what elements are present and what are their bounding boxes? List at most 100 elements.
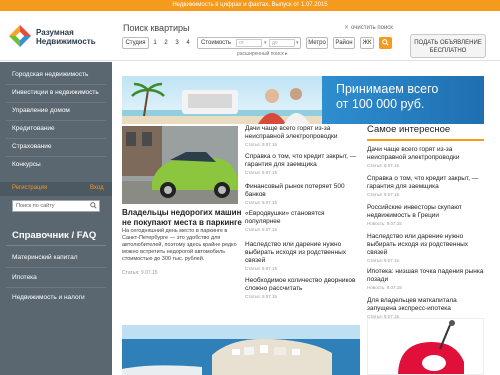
news-title[interactable]: Для владельцев маткапитала запущена эксп…	[367, 297, 484, 313]
news-meta: Статья: 9.07.15	[245, 170, 278, 175]
list-item[interactable]: Финансовый рынок потеряет 500 банков Ста…	[245, 183, 357, 205]
list-item[interactable]: «Евродвушки» становятся популярнее Стать…	[245, 210, 357, 232]
banner-text: Принимаем всего от 100 000 руб.	[336, 82, 484, 112]
site-search-placeholder: Поиск по сайту	[16, 203, 55, 209]
news-title[interactable]: Наследство или дарение нужно выбирать ис…	[367, 233, 484, 257]
search-title: Поиск квартиры	[123, 23, 190, 33]
price-to-input[interactable]: до	[269, 39, 295, 47]
news-meta: Статья: 9.07.15	[245, 227, 278, 232]
logo-line2: Недвижимость	[36, 37, 96, 46]
article-image[interactable]	[122, 325, 360, 375]
metro-filter-button[interactable]: Метро	[306, 37, 328, 49]
news-meta: Новость: 9.07.15	[367, 285, 402, 290]
room-4-button[interactable]: 4	[183, 37, 193, 49]
list-item[interactable]: Наследство или дарение нужно выбирать ис…	[245, 241, 357, 271]
ad-image	[368, 319, 483, 374]
room-1-button[interactable]: 1	[150, 37, 160, 49]
sidebar-item-city[interactable]: Городская недвижимость	[0, 65, 112, 85]
news-meta: Статья: 9.07.15	[245, 266, 278, 271]
register-link[interactable]: Регистрация	[12, 185, 47, 191]
reset-search-label: очистить поиск	[351, 25, 393, 31]
sidebar-item-contests[interactable]: Конкурсы	[0, 155, 112, 175]
ad-block[interactable]	[367, 318, 484, 375]
sidebar: Городская недвижимость Инвестиции в недв…	[0, 62, 112, 375]
list-item[interactable]: Ипотека: низшая точка падения рынка поза…	[367, 268, 484, 290]
sidebar-item-maternity-capital[interactable]: Материнский капитал	[0, 248, 112, 268]
auth-bar: Регистрация Вход	[0, 182, 112, 196]
room-studio-button[interactable]: Студия	[122, 37, 149, 49]
room-2-button[interactable]: 2	[161, 37, 171, 49]
login-link[interactable]: Вход	[90, 185, 104, 191]
news-meta: Статья: 9.07.15	[245, 200, 278, 205]
search-icon[interactable]	[90, 202, 97, 209]
feature-text: На сегодняшний день место в паркинге в С…	[122, 228, 237, 262]
sidebar-item-credit[interactable]: Кредитование	[0, 119, 112, 139]
logo-text: Разумная Недвижимость	[36, 28, 96, 46]
section-title: Самое интересное	[367, 124, 451, 135]
news-title[interactable]: Российские инвесторы скупают недвижимост…	[367, 204, 484, 220]
price-from-input[interactable]: от	[236, 39, 262, 47]
logo-line1: Разумная	[36, 28, 74, 37]
news-title[interactable]: «Евродвушки» становятся популярнее	[245, 210, 357, 226]
news-meta: Новость: 9.07.15	[367, 221, 402, 226]
search-icon	[382, 39, 389, 46]
list-item[interactable]: Справка о том, что кредит закрыт, — гара…	[367, 175, 484, 197]
price-filter: Стоимость от ▾ до ▾	[197, 37, 301, 49]
extended-search-label: расширенный поиск	[237, 51, 284, 57]
list-item[interactable]: Для владельцев маткапитала запущена эксп…	[367, 297, 484, 319]
top-announcement-bar[interactable]: Недвижимость в цифрах и фактах. Выпуск о…	[0, 0, 500, 11]
ad-banner[interactable]: Принимаем всего от 100 000 руб.	[122, 76, 484, 124]
list-item[interactable]: Необходимое количество дворников сложно …	[245, 277, 357, 299]
news-meta: Статья: 9.07.15	[245, 294, 278, 299]
sidebar-item-insurance[interactable]: Страхование	[0, 137, 112, 157]
sidebar-item-mortgage[interactable]: Ипотека	[0, 268, 112, 288]
news-meta: Статья: 9.07.15	[367, 163, 400, 168]
post-ad-line2: БЕСПЛАТНО	[429, 48, 467, 54]
site-search-input[interactable]: Поиск по сайту	[12, 200, 100, 212]
feature-meta: Статья: 9.07.15	[122, 270, 158, 276]
sidebar-item-management[interactable]: Управление домом	[0, 101, 112, 121]
price-label: Стоимость	[201, 40, 232, 46]
sidebar-item-investments[interactable]: Инвестиции в недвижимость	[0, 83, 112, 103]
chevron-down-icon: ▾	[296, 40, 299, 46]
feature-image[interactable]	[122, 126, 238, 204]
news-meta: Статья: 9.07.15	[367, 192, 400, 197]
banner-line2: от 100 000 руб.	[336, 97, 425, 111]
header: Разумная Недвижимость Поиск квартиры ✕ оч…	[0, 11, 500, 61]
search-button[interactable]	[379, 37, 392, 49]
news-meta: Статья: 9.07.15	[245, 142, 278, 147]
car-photo	[122, 126, 238, 204]
sidebar-item-taxes[interactable]: Недвижимость и налоги	[0, 288, 112, 308]
news-title[interactable]: Ипотека: низшая точка падения рынка поза…	[367, 268, 484, 284]
news-title[interactable]: Финансовый рынок потеряет 500 банков	[245, 183, 357, 199]
divider	[6, 245, 106, 246]
news-meta: Статья: 9.07.15	[367, 258, 400, 263]
extended-search-link[interactable]: расширенный поиск ▸	[237, 51, 288, 57]
banner-line1: Принимаем всего	[336, 82, 439, 96]
faq-title[interactable]: Справочник / FAQ	[12, 230, 96, 241]
news-title[interactable]: Наследство или дарение нужно выбирать ис…	[245, 241, 357, 265]
feature-title[interactable]: Владельцы недорогих машин не покупают ме…	[122, 208, 242, 228]
reset-search-link[interactable]: ✕ очистить поиск	[344, 24, 393, 31]
complex-filter-button[interactable]: ЖК	[360, 37, 374, 49]
news-title[interactable]: Справка о том, что кредит закрыт, — гара…	[245, 153, 357, 169]
logo[interactable]: Разумная Недвижимость	[8, 24, 118, 50]
news-title[interactable]: Дачи чаще всего горят из-за неисправной …	[245, 125, 357, 141]
list-item[interactable]: Российские инвесторы скупают недвижимост…	[367, 204, 484, 226]
chevron-down-icon: ▾	[264, 40, 267, 46]
list-item[interactable]: Дачи чаще всего горят из-за неисправной …	[245, 125, 357, 147]
news-title[interactable]: Справка о том, что кредит закрыт, — гара…	[367, 175, 484, 191]
list-item[interactable]: Наследство или дарение нужно выбирать ис…	[367, 233, 484, 263]
close-icon: ✕	[344, 25, 350, 31]
news-title[interactable]: Необходимое количество дворников сложно …	[245, 277, 357, 293]
room-3-button[interactable]: 3	[172, 37, 182, 49]
section-underline	[367, 139, 484, 141]
logo-icon	[9, 25, 31, 47]
district-filter-button[interactable]: Район	[333, 37, 355, 49]
post-ad-line1: ПОДАТЬ ОБЪЯВЛЕНИЕ	[414, 40, 482, 46]
list-item[interactable]: Дачи чаще всего горят из-за неисправной …	[367, 146, 484, 168]
news-title[interactable]: Дачи чаще всего горят из-за неисправной …	[367, 146, 484, 162]
list-item[interactable]: Справка о том, что кредит закрыт, — гара…	[245, 153, 357, 175]
coast-photo	[122, 325, 360, 375]
post-ad-button[interactable]: ПОДАТЬ ОБЪЯВЛЕНИЕ БЕСПЛАТНО	[410, 34, 486, 58]
